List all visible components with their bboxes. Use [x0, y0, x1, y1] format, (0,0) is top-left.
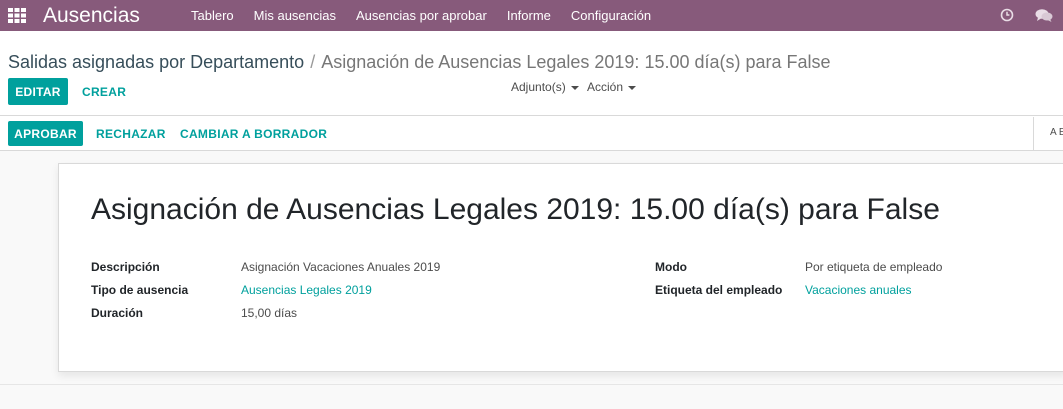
- caret-down-icon: [570, 85, 579, 90]
- field-label-tipo-ausencia: Tipo de ausencia: [91, 283, 189, 297]
- field-label-descripcion: Descripción: [91, 260, 160, 274]
- menu-item-ausencias-por-aprobar[interactable]: Ausencias por aprobar: [346, 0, 497, 31]
- approve-button[interactable]: APROBAR: [8, 121, 83, 146]
- field-value-duracion: 15,00 días: [241, 306, 298, 320]
- attachments-dropdown[interactable]: Adjunto(s): [511, 80, 579, 94]
- field-label-duracion: Duración: [91, 306, 144, 320]
- breadcrumb-parent-link[interactable]: Salidas asignadas por Departamento: [8, 52, 304, 72]
- clock-icon[interactable]: [1000, 8, 1014, 22]
- menu-item-informe[interactable]: Informe: [497, 0, 561, 31]
- menu-item-tablero[interactable]: Tablero: [181, 0, 244, 31]
- field-value-modo: Por etiqueta de empleado: [805, 260, 943, 274]
- breadcrumb-separator: /: [310, 52, 316, 72]
- status-stage-edge[interactable]: A E: [1033, 117, 1063, 150]
- status-stage-label: A E: [1050, 127, 1063, 138]
- field-label-etiqueta-empleado: Etiqueta del empleado: [655, 283, 783, 297]
- apps-grid-icon[interactable]: [7, 7, 27, 24]
- field-value-tipo-ausencia-link[interactable]: Ausencias Legales 2019: [241, 283, 372, 297]
- field-value-etiqueta-empleado-link[interactable]: Vacaciones anuales: [805, 283, 912, 297]
- chat-icon[interactable]: [1035, 8, 1053, 23]
- action-label: Acción: [587, 80, 624, 94]
- action-dropdown[interactable]: Acción: [587, 80, 637, 94]
- create-button[interactable]: CREAR: [82, 78, 126, 105]
- divider: [0, 384, 1063, 385]
- field-label-modo: Modo: [655, 260, 687, 274]
- field-value-descripcion: Asignación Vacaciones Anuales 2019: [241, 260, 441, 274]
- top-navbar: Ausencias Tablero Mis ausencias Ausencia…: [0, 0, 1063, 31]
- control-panel: [0, 31, 1063, 116]
- form-title: Asignación de Ausencias Legales 2019: 15…: [91, 193, 940, 226]
- menu-item-configuracion[interactable]: Configuración: [561, 0, 661, 31]
- attachments-label: Adjunto(s): [511, 80, 566, 94]
- caret-down-icon: [628, 85, 637, 90]
- main-menu: Tablero Mis ausencias Ausencias por apro…: [181, 0, 661, 31]
- status-bar: APROBAR RECHAZAR CAMBIAR A BORRADOR A E: [0, 117, 1063, 151]
- breadcrumb: Salidas asignadas por Departamento / Asign…: [8, 51, 831, 73]
- menu-item-mis-ausencias[interactable]: Mis ausencias: [244, 0, 346, 31]
- reset-to-draft-button[interactable]: CAMBIAR A BORRADOR: [180, 121, 327, 146]
- breadcrumb-current: Asignación de Ausencias Legales 2019: 15…: [321, 52, 831, 72]
- refuse-button[interactable]: RECHAZAR: [96, 121, 166, 146]
- app-name[interactable]: Ausencias: [43, 3, 140, 28]
- edit-button[interactable]: EDITAR: [8, 78, 68, 105]
